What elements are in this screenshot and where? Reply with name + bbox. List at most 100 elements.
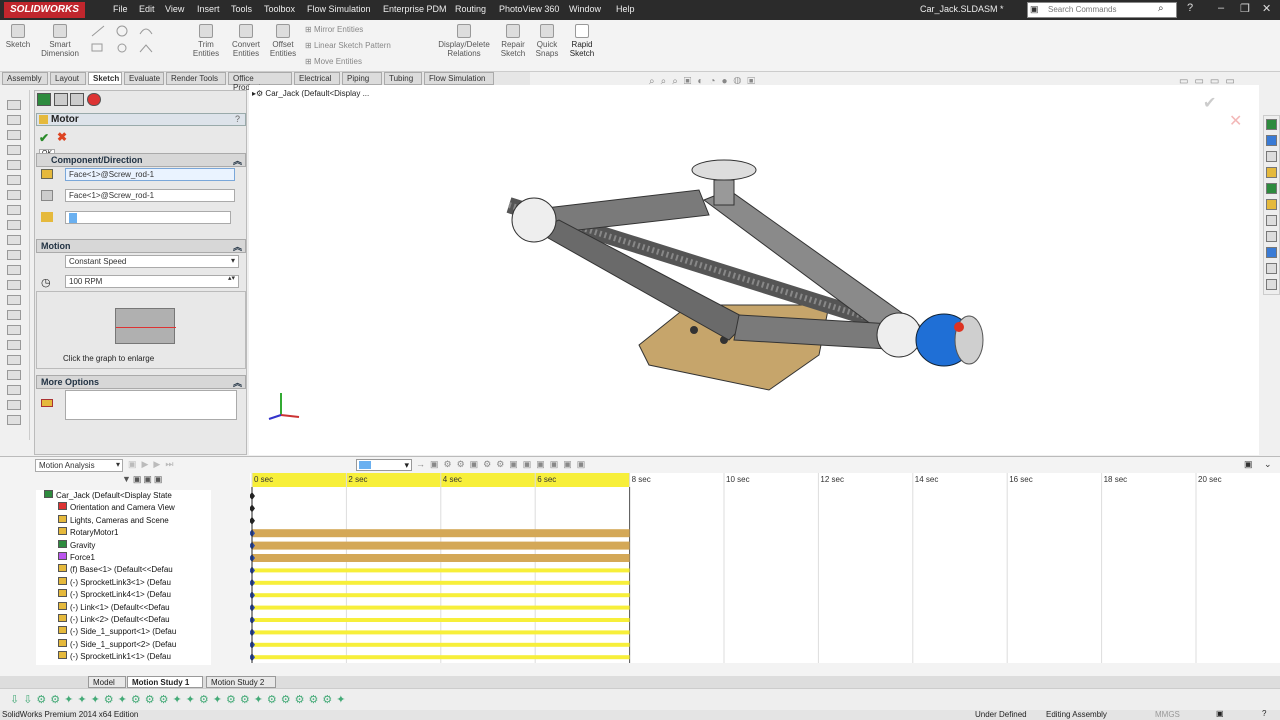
tree-row[interactable]: (-) SprocketLink1<1> (Defau (36, 651, 211, 663)
menu-item-photoview-360[interactable]: PhotoView 360 (499, 4, 559, 14)
left-tool-icon[interactable] (7, 415, 21, 425)
property-tab-icon[interactable] (53, 93, 68, 106)
move-entities-button[interactable]: ⊞ Move Entities (305, 57, 362, 66)
search-input[interactable]: Search Commands (1027, 2, 1177, 18)
left-tool-icon[interactable] (7, 190, 21, 200)
restore-icon[interactable]: ❐ (1240, 2, 1250, 15)
heads-up-view-toolbar[interactable]: ⌕⌕⌕▣◐◔●◍▣ (649, 76, 879, 90)
status-units[interactable]: MMGS (1155, 710, 1180, 719)
help-icon[interactable]: ? (1262, 709, 1266, 718)
rapid-sketch-button[interactable]: Rapid Sketch (566, 24, 598, 58)
more-options-list[interactable] (65, 390, 237, 420)
tab-motion-study-2[interactable]: Motion Study 2 (206, 676, 276, 688)
component-direction-section[interactable]: Component/Direction ︽ (36, 153, 246, 167)
menu-item-help[interactable]: Help (616, 4, 635, 14)
linear-sketch-pattern-button[interactable]: ⊞ Linear Sketch Pattern (305, 41, 391, 50)
timeline[interactable]: 0 sec 2 sec 4 sec 6 sec 8 sec 10 sec 12 sec 14 … (249, 473, 1280, 663)
minimize-icon[interactable]: – (1218, 2, 1224, 14)
tree-row[interactable]: (f) Base<1> (Default<<Defau (36, 564, 211, 576)
left-tool-icon[interactable] (7, 265, 21, 275)
sketch-button[interactable]: Sketch (4, 24, 32, 49)
close-icon[interactable]: ✕ (1262, 2, 1271, 15)
left-tool-icon[interactable] (7, 370, 21, 380)
spinner-icon[interactable]: ▴▾ (228, 274, 235, 282)
ok-check-icon[interactable]: ✔ (39, 131, 49, 145)
motion-graph[interactable] (115, 308, 176, 344)
collapse-icon[interactable]: ︽ (233, 376, 242, 389)
left-tool-icon[interactable] (7, 385, 21, 395)
left-tool-icon[interactable] (7, 220, 21, 230)
feature-tree-tab-icon[interactable] (37, 93, 51, 106)
tab-office-products[interactable]: Office Products (228, 72, 292, 92)
left-tool-icon[interactable] (7, 115, 21, 125)
cancel-x-icon[interactable]: ✖ (57, 130, 67, 144)
tree-row[interactable]: Orientation and Camera View (36, 502, 211, 514)
tree-row[interactable]: Gravity (36, 539, 211, 552)
direction-face-field[interactable]: Face<1>@Screw_rod-1 (65, 189, 235, 202)
playback-controls[interactable]: ▣▶▶⏭ (128, 459, 178, 470)
tab-layout[interactable]: Layout (50, 72, 86, 85)
study-type-select[interactable]: Motion Analysis ▾ (35, 459, 123, 472)
tree-row[interactable]: Car_Jack (Default<Display State (36, 490, 211, 502)
left-tool-icon[interactable] (7, 325, 21, 335)
left-tool-icon[interactable] (7, 205, 21, 215)
trim-entities-button[interactable]: Trim Entities (190, 24, 222, 58)
smart-dimension-button[interactable]: Smart Dimension (36, 24, 84, 58)
offset-entities-button[interactable]: Offset Entities (266, 24, 300, 58)
help-icon[interactable]: ? (1187, 2, 1193, 14)
left-tool-icon[interactable] (7, 340, 21, 350)
config-tab-icon[interactable] (70, 93, 85, 106)
menu-item-enterprise-pdm[interactable]: Enterprise PDM (383, 4, 447, 14)
menu-item-insert[interactable]: Insert (197, 4, 220, 14)
task-pane-icon[interactable] (1266, 151, 1277, 162)
menu-item-toolbox[interactable]: Toolbox (264, 4, 295, 14)
confirm-corner-cancel-icon[interactable]: ✕ (1229, 111, 1242, 131)
menu-item-file[interactable]: File (113, 4, 128, 14)
collapse-motion-icon[interactable]: ⌄ (1264, 459, 1272, 470)
left-tool-icon[interactable] (7, 400, 21, 410)
left-tool-icon[interactable] (7, 130, 21, 140)
task-pane-icon[interactable] (1266, 167, 1277, 178)
task-pane-icon[interactable] (1266, 247, 1277, 258)
sketch-toolbar-icons[interactable]: ⇩⇩⚙⚙✦✦✦⚙✦⚙⚙⚙✦✦⚙✦⚙⚙✦⚙⚙⚙⚙⚙✦ (10, 693, 349, 706)
magnifier-icon[interactable]: ⌕ (1158, 3, 1164, 14)
mirror-entities-button[interactable]: ⊞ Mirror Entities (305, 25, 363, 34)
left-tool-icon[interactable] (7, 250, 21, 260)
tab-piping[interactable]: Piping (342, 72, 382, 85)
component-face-field[interactable]: Face<1>@Screw_rod-1 (65, 168, 235, 181)
tree-row[interactable]: (-) Side_1_support<1> (Defau (36, 626, 211, 638)
tab-tubing[interactable]: Tubing (384, 72, 422, 85)
more-options-section[interactable]: More Options ︽ (36, 375, 246, 389)
sketch-toolbar[interactable]: ⇩⇩⚙⚙✦✦✦⚙✦⚙⚙⚙✦✦⚙✦⚙⚙✦⚙⚙⚙⚙⚙✦ (0, 688, 1280, 710)
task-pane-icon[interactable] (1266, 263, 1277, 274)
quick-snaps-button[interactable]: Quick Snaps (532, 24, 562, 58)
direction-icon[interactable] (41, 190, 53, 201)
left-tool-icon[interactable] (7, 235, 21, 245)
left-tool-icon[interactable] (7, 295, 21, 305)
menu-item-routing[interactable]: Routing (455, 4, 486, 14)
window-layout-icon[interactable]: ▣ (1244, 459, 1253, 470)
tree-filter-icons[interactable]: ▼▣▣▣ (122, 474, 164, 485)
tree-row[interactable]: (-) Link<2> (Default<<Defau (36, 613, 211, 626)
task-pane-icon[interactable] (1266, 183, 1277, 194)
task-pane-icon[interactable] (1266, 199, 1277, 210)
collapse-icon[interactable]: ︽ (233, 240, 242, 253)
window-controls[interactable]: ▭▭▭▭ (1179, 76, 1241, 87)
tree-row[interactable]: Lights, Cameras and Scene (36, 514, 211, 527)
convert-entities-button[interactable]: Convert Entities (228, 24, 264, 58)
confirm-corner-ok-icon[interactable]: ✔ (1203, 93, 1216, 113)
tab-render-tools[interactable]: Render Tools (166, 72, 226, 85)
sketch-entities-group[interactable] (88, 24, 188, 68)
tab-model[interactable]: Model (88, 676, 126, 688)
repair-sketch-button[interactable]: Repair Sketch (498, 24, 528, 58)
tree-row[interactable]: RotaryMotor1 (36, 527, 211, 539)
feature-tree-flyout[interactable]: ▸⚙ Car_Jack (Default<Display ... (252, 89, 369, 98)
appearance-tab-icon[interactable] (86, 93, 101, 106)
speed-input[interactable]: 100 RPM ▴▾ (65, 275, 239, 288)
motion-toolbar[interactable]: →▣⚙⚙▣⚙⚙▣▣▣▣▣▣ (416, 459, 590, 470)
left-tool-icon[interactable] (7, 100, 21, 110)
menu-item-flow-simulation[interactable]: Flow Simulation (307, 4, 371, 14)
left-tool-icon[interactable] (7, 160, 21, 170)
tree-row[interactable]: (-) Link<1> (Default<<Defau (36, 601, 211, 614)
graphics-area[interactable]: ▸⚙ Car_Jack (Default<Display ... ⌕⌕⌕▣◐◔●… (249, 76, 1259, 455)
